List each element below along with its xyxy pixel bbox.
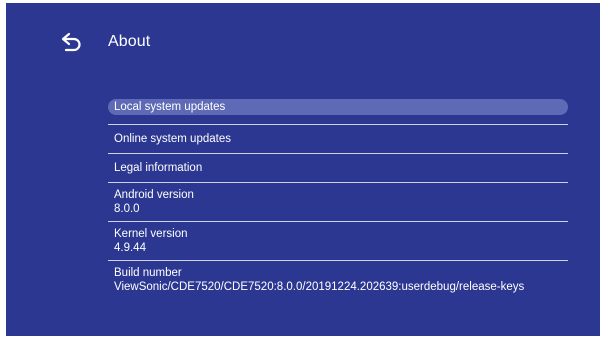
menu-item-label: Legal information [114,162,203,174]
menu-item-online-system-updates[interactable]: Online system updates [108,125,568,154]
page-title: About [108,33,151,50]
back-arrow-icon [61,32,81,52]
menu-item-legal-information[interactable]: Legal information [108,154,568,183]
android-version-value: 8.0.0 [114,203,140,215]
menu-item-local-system-updates[interactable]: Local system updates [108,96,568,125]
menu-item-label: Local system updates [114,101,226,113]
menu-item-android-version[interactable]: Android version 8.0.0 [108,183,568,222]
build-number-value: ViewSonic/CDE7520/CDE7520:8.0.0/20191224… [114,281,525,293]
menu-item-label: Kernel version [114,228,188,240]
menu-item-label: Online system updates [114,133,231,145]
kernel-version-value: 4.9.44 [114,242,146,254]
about-screen: About Local system updates Online system… [6,3,600,336]
menu-item-label: Android version [114,189,194,201]
menu-item-kernel-version[interactable]: Kernel version 4.9.44 [108,222,568,261]
back-button[interactable] [60,30,84,54]
menu-item-label: Build number [114,267,182,279]
about-menu: Local system updates Online system updat… [108,96,568,300]
menu-item-build-number[interactable]: Build number ViewSonic/CDE7520/CDE7520:8… [108,261,568,300]
